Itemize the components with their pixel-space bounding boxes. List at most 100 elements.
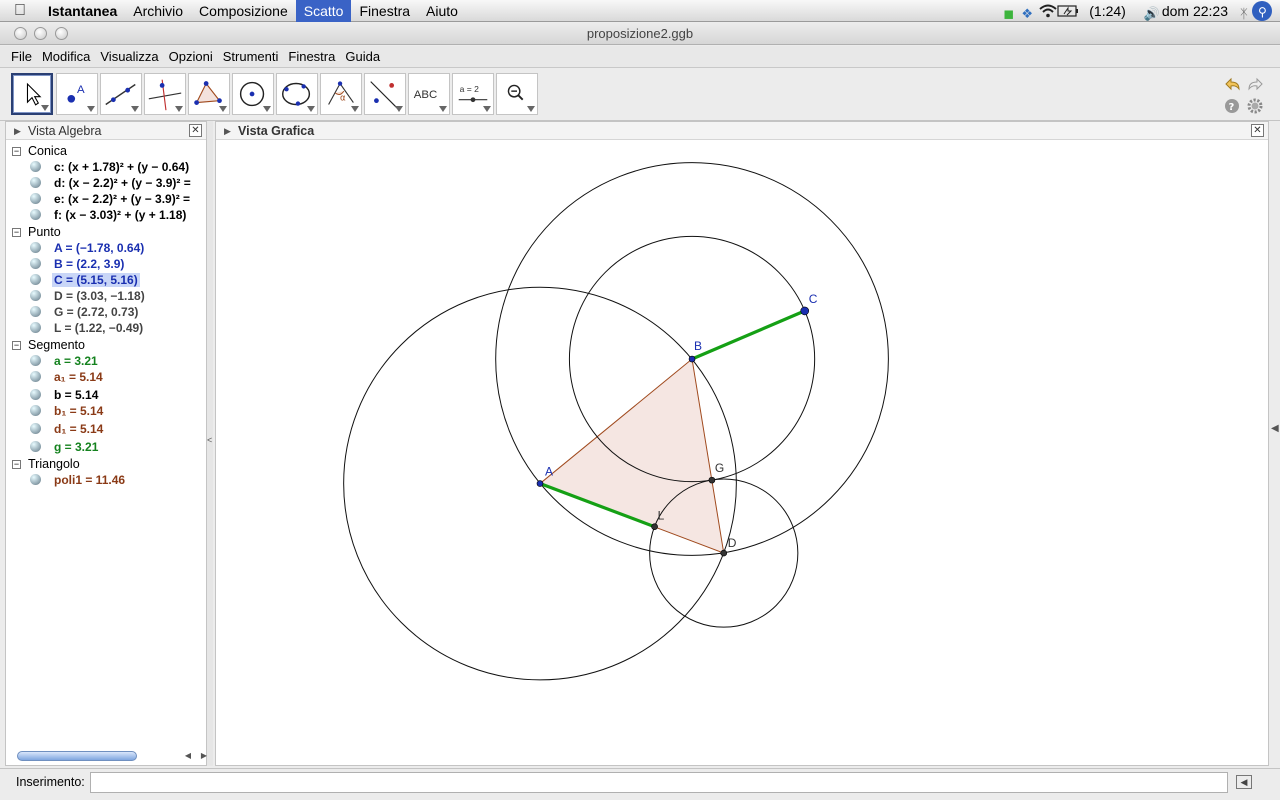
algebra-object-row[interactable]: L = (1.22, −0.49) bbox=[30, 321, 145, 336]
algebra-object-row[interactable]: C = (5.15, 5.16) bbox=[30, 273, 140, 288]
undo-icon[interactable] bbox=[1222, 75, 1242, 95]
algebra-object-row[interactable]: c: (x + 1.78)² + (y − 0.64) bbox=[30, 160, 191, 175]
visibility-toggle-icon[interactable] bbox=[30, 209, 41, 220]
algebra-object-row[interactable]: B = (2.2, 3.9) bbox=[30, 257, 126, 272]
settings-gear-icon[interactable] bbox=[1246, 97, 1266, 117]
dropbox-icon[interactable]: ❖ bbox=[1015, 3, 1033, 21]
scroll-left-icon[interactable]: ◀ bbox=[181, 749, 195, 763]
visibility-toggle-icon[interactable] bbox=[30, 474, 41, 485]
point-C[interactable] bbox=[800, 306, 810, 316]
menubar-item-aiuto[interactable]: Aiuto bbox=[418, 0, 466, 22]
line-tool-button[interactable] bbox=[100, 73, 142, 115]
redo-icon[interactable] bbox=[1246, 75, 1266, 95]
algebra-horizontal-scrollbar[interactable]: ◀ ▶ bbox=[11, 749, 211, 763]
algebra-category[interactable]: − Triangolo bbox=[12, 457, 80, 471]
point-label-D[interactable]: D bbox=[728, 536, 737, 550]
split-pane-divider[interactable]: ˂ bbox=[207, 121, 213, 766]
point-tool-button[interactable]: A bbox=[56, 73, 98, 115]
collapse-category-icon[interactable]: − bbox=[12, 228, 21, 238]
divider-grip-icon[interactable]: ˂ bbox=[207, 435, 212, 445]
collapse-category-icon[interactable]: − bbox=[12, 460, 21, 470]
visibility-toggle-icon[interactable] bbox=[30, 322, 41, 333]
menubar-item-scatto[interactable]: Scatto bbox=[295, 0, 352, 22]
help-icon[interactable]: ? bbox=[1223, 97, 1243, 117]
move-tool-button[interactable] bbox=[11, 73, 53, 115]
visibility-toggle-icon[interactable] bbox=[30, 177, 41, 188]
polygon-tool-button[interactable] bbox=[188, 73, 230, 115]
algebra-object-row[interactable]: A = (−1.78, 0.64) bbox=[30, 241, 146, 256]
algebra-category[interactable]: − Segmento bbox=[12, 338, 85, 352]
point-L[interactable] bbox=[651, 523, 658, 531]
algebra-object-row[interactable]: e: (x − 2.2)² + (y − 3.9)² = bbox=[30, 192, 192, 207]
bluetooth-icon[interactable]: ᛡ bbox=[1234, 3, 1252, 21]
algebra-object-row[interactable]: d₁ = 5.14 bbox=[30, 422, 105, 437]
segment-BC[interactable] bbox=[691, 309, 806, 361]
menubar-item-archivio[interactable]: Archivio bbox=[125, 0, 191, 22]
right-panel-toggle[interactable]: ◀ bbox=[1270, 121, 1280, 766]
point-A[interactable] bbox=[536, 480, 544, 487]
close-algebra-view-button[interactable]: ✕ bbox=[189, 124, 202, 137]
algebra-object-row[interactable]: a₁ = 5.14 bbox=[30, 370, 105, 385]
visibility-toggle-icon[interactable] bbox=[30, 405, 41, 416]
conic-tool-button[interactable] bbox=[276, 73, 318, 115]
algebra-object-row[interactable]: g = 3.21 bbox=[30, 440, 100, 455]
visibility-toggle-icon[interactable] bbox=[30, 371, 41, 382]
expand-panel-icon[interactable]: ◀ bbox=[1271, 423, 1279, 434]
menu-guida[interactable]: Guida bbox=[340, 49, 385, 64]
menubar-item-finestra[interactable]: Finestra bbox=[351, 0, 418, 22]
algebra-object-row[interactable]: d: (x − 2.2)² + (y − 3.9)² = bbox=[30, 176, 193, 191]
algebra-category[interactable]: − Conica bbox=[12, 144, 67, 158]
algebra-object-row[interactable]: poli1 = 11.46 bbox=[30, 473, 127, 488]
angle-tool-button[interactable]: α bbox=[320, 73, 362, 115]
visibility-toggle-icon[interactable] bbox=[30, 423, 41, 434]
input-help-toggle-icon[interactable]: ◀ bbox=[1236, 775, 1252, 789]
point-B[interactable] bbox=[688, 355, 696, 363]
visibility-toggle-icon[interactable] bbox=[30, 161, 41, 172]
menu-opzioni[interactable]: Opzioni bbox=[164, 49, 218, 64]
volume-icon[interactable]: 🔊 bbox=[1138, 3, 1160, 21]
apple-menu-icon[interactable]:  bbox=[0, 2, 40, 20]
wifi-icon[interactable] bbox=[1033, 3, 1058, 19]
point-D[interactable] bbox=[720, 549, 728, 557]
visibility-toggle-icon[interactable] bbox=[30, 389, 41, 400]
triangle-poli1[interactable] bbox=[539, 358, 725, 554]
algebra-object-row[interactable]: G = (2.72, 0.73) bbox=[30, 305, 140, 320]
reflect-tool-button[interactable] bbox=[364, 73, 406, 115]
point-label-C[interactable]: C bbox=[809, 292, 818, 306]
algebra-category[interactable]: − Punto bbox=[12, 225, 61, 239]
collapse-arrow-icon[interactable]: ▶ bbox=[224, 122, 231, 140]
scrollbar-thumb[interactable] bbox=[17, 751, 137, 761]
menu-visualizza[interactable]: Visualizza bbox=[95, 49, 163, 64]
evernote-icon[interactable]: ◼ bbox=[997, 3, 1015, 21]
visibility-toggle-icon[interactable] bbox=[30, 242, 41, 253]
menu-modifica[interactable]: Modifica bbox=[37, 49, 95, 64]
visibility-toggle-icon[interactable] bbox=[30, 306, 41, 317]
point-label-L[interactable]: L bbox=[658, 509, 665, 523]
battery-status[interactable]: (1:24) bbox=[1051, 0, 1137, 22]
algebra-object-row[interactable]: b = 5.14 bbox=[30, 388, 100, 403]
close-graphics-view-button[interactable]: ✕ bbox=[1251, 124, 1264, 137]
algebra-object-row[interactable]: f: (x − 3.03)² + (y + 1.18) bbox=[30, 208, 188, 223]
point-G[interactable] bbox=[708, 476, 716, 484]
collapse-arrow-icon[interactable]: ▶ bbox=[14, 122, 21, 140]
visibility-toggle-icon[interactable] bbox=[30, 290, 41, 301]
geometry-canvas[interactable]: A B C D G L bbox=[216, 141, 1268, 765]
visibility-toggle-icon[interactable] bbox=[30, 193, 41, 204]
point-label-A[interactable]: A bbox=[545, 465, 553, 479]
visibility-toggle-icon[interactable] bbox=[30, 355, 41, 366]
collapse-category-icon[interactable]: − bbox=[12, 341, 21, 351]
zoom-tool-button[interactable] bbox=[496, 73, 538, 115]
command-input[interactable] bbox=[90, 772, 1228, 793]
visibility-toggle-icon[interactable] bbox=[30, 258, 41, 269]
algebra-object-row[interactable]: b₁ = 5.14 bbox=[30, 404, 105, 419]
text-tool-button[interactable]: ABC bbox=[408, 73, 450, 115]
algebra-object-row[interactable]: D = (3.03, −1.18) bbox=[30, 289, 147, 304]
circle-tool-button[interactable] bbox=[232, 73, 274, 115]
perpendicular-tool-button[interactable] bbox=[144, 73, 186, 115]
visibility-toggle-icon[interactable] bbox=[30, 441, 41, 452]
algebra-object-row[interactable]: a = 3.21 bbox=[30, 354, 100, 369]
menubar-item-composizione[interactable]: Composizione bbox=[191, 0, 296, 22]
collapse-category-icon[interactable]: − bbox=[12, 147, 21, 157]
spotlight-search-icon[interactable]: ⚲ bbox=[1252, 0, 1272, 21]
menubar-clock[interactable]: dom 22:23 bbox=[1156, 0, 1234, 22]
